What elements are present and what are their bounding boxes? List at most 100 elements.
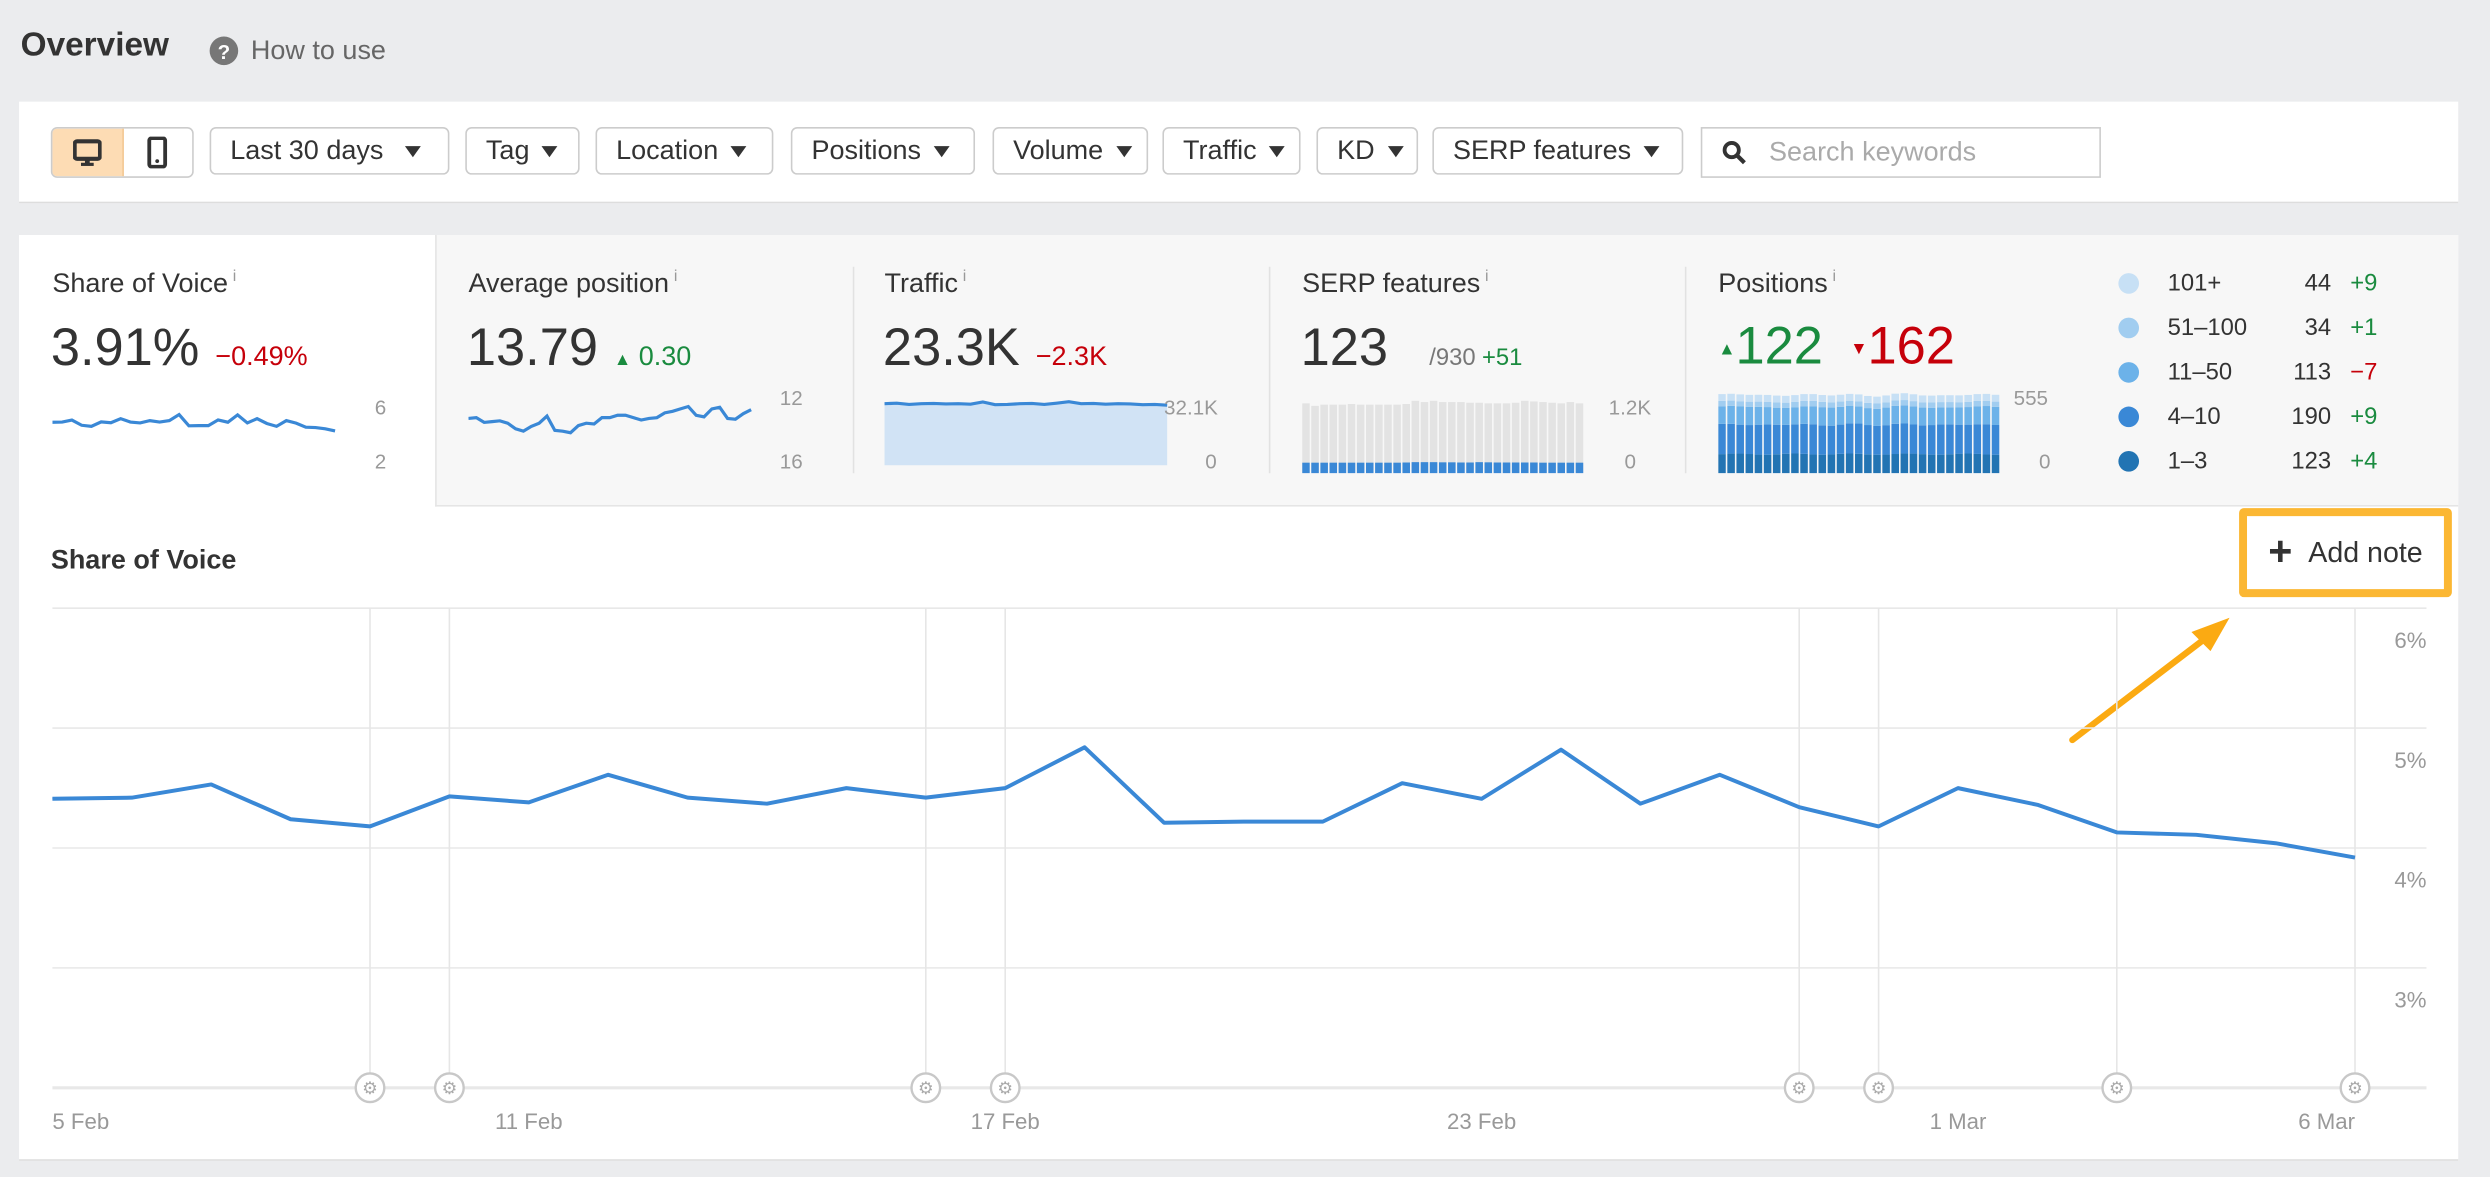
legend-delta: +9 <box>2350 270 2377 297</box>
filter-volume-dropdown[interactable]: Volume <box>993 127 1149 175</box>
note-marker[interactable]: ⚙ <box>1864 1073 1893 1102</box>
metric-delta: ▲ 0.30 <box>614 341 691 371</box>
sparkline-line <box>52 415 335 431</box>
bars-serp-features <box>1302 394 1585 473</box>
share-of-voice-chart: 6%5%4%3%⚙⚙⚙⚙⚙⚙⚙⚙5 Feb11 Feb17 Feb23 Feb1… <box>19 592 2458 1159</box>
legend-label: 4–10 <box>2168 403 2221 430</box>
metric-delta: −0.49% <box>215 341 307 371</box>
filter-traffic-dropdown[interactable]: Traffic <box>1162 127 1300 175</box>
legend-row[interactable]: 4–10190+9 <box>2118 403 2404 435</box>
axis-bottom-label: 16 <box>780 449 803 473</box>
metric-card-average-position[interactable]: Average positioni 13.79▲ 0.30 12 16 <box>437 235 853 507</box>
add-note-button[interactable]: + Add note <box>2239 508 2452 597</box>
gear-icon: ⚙ <box>442 1079 458 1099</box>
legend-row[interactable]: 51–10034+1 <box>2118 314 2404 346</box>
metric-card-serp-features[interactable]: SERP featuresi 123/930+51 1.2K 0 <box>1269 235 1685 507</box>
metric-title-text: SERP features <box>1302 268 1480 298</box>
legend-label: 1–3 <box>2168 448 2208 475</box>
positions-bar-segment <box>1983 455 1991 474</box>
y-tick-label: 4% <box>2394 868 2426 893</box>
info-icon[interactable]: i <box>674 269 678 286</box>
note-marker[interactable]: ⚙ <box>435 1073 464 1102</box>
serp-bar-owned <box>1521 463 1529 474</box>
filter-serp-features-dropdown[interactable]: SERP features <box>1432 127 1683 175</box>
metric-title-text: Traffic <box>885 268 959 298</box>
x-tick-label: 6 Mar <box>2298 1109 2355 1134</box>
positions-bar-segment <box>1727 394 1735 401</box>
positions-bar-segment <box>1819 395 1827 402</box>
positions-bar-segment <box>1992 407 2000 425</box>
legend-row[interactable]: 101+44+9 <box>2118 270 2404 302</box>
how-to-use-link[interactable]: ? How to use <box>210 35 386 67</box>
caret-down-icon <box>406 145 422 156</box>
filter-positions-dropdown[interactable]: Positions <box>791 127 975 175</box>
note-marker[interactable]: ⚙ <box>912 1073 941 1102</box>
positions-bar-segment <box>1910 394 1918 401</box>
note-marker[interactable]: ⚙ <box>356 1073 385 1102</box>
info-icon[interactable]: i <box>233 269 237 286</box>
caret-down-icon <box>934 145 950 156</box>
positions-bar-segment <box>1736 425 1744 454</box>
serp-bar-total <box>1521 401 1529 473</box>
keyword-search[interactable] <box>1701 127 2101 178</box>
positions-bar-segment <box>1800 394 1808 401</box>
mobile-button[interactable] <box>123 129 192 177</box>
sparkline-average-position <box>468 386 754 465</box>
legend-row[interactable]: 11–50113−7 <box>2118 359 2404 391</box>
info-icon[interactable]: i <box>963 269 967 286</box>
legend-dot-icon <box>2118 318 2139 339</box>
positions-bar-segment <box>1910 401 1918 406</box>
positions-bar-segment <box>1718 454 1726 473</box>
help-icon: ? <box>210 37 239 66</box>
filter-label: KD <box>1337 135 1375 167</box>
metric-card-share-of-voice[interactable]: Share of Voicei 3.91%−0.49% 6 2 <box>19 235 435 507</box>
desktop-icon <box>73 138 102 167</box>
desktop-button[interactable] <box>52 129 123 177</box>
note-marker[interactable]: ⚙ <box>1785 1073 1814 1102</box>
filter-last-30-days-dropdown[interactable]: Last 30 days <box>210 127 450 175</box>
note-marker[interactable]: ⚙ <box>991 1073 1020 1102</box>
positions-bar-segment <box>1919 395 1927 402</box>
serp-bar-owned <box>1330 463 1338 474</box>
positions-bar-segment <box>1864 396 1872 403</box>
serp-bar-owned <box>1576 463 1584 474</box>
note-marker[interactable]: ⚙ <box>2103 1073 2132 1102</box>
sparkline-line <box>885 402 1168 405</box>
filter-kd-dropdown[interactable]: KD <box>1316 127 1418 175</box>
positions-bar-segment <box>1974 394 1982 401</box>
positions-bar-segment <box>1791 402 1799 407</box>
positions-bar-segment <box>1809 424 1817 454</box>
positions-bar-segment <box>1955 395 1963 402</box>
legend-label: 11–50 <box>2168 359 2232 386</box>
info-icon[interactable]: i <box>1833 269 1837 286</box>
metric-title: Share of Voicei <box>52 268 236 300</box>
positions-bar-segment <box>1937 455 1945 474</box>
positions-bar-segment <box>1773 402 1781 407</box>
positions-bar-segment <box>1755 395 1763 402</box>
positions-bar-segment <box>1809 454 1817 473</box>
positions-bar-segment <box>1855 401 1863 406</box>
x-tick-label: 11 Feb <box>495 1109 563 1134</box>
positions-bar-segment <box>1974 424 1982 454</box>
caret-down-icon <box>1269 145 1285 156</box>
note-marker[interactable]: ⚙ <box>2341 1073 2370 1102</box>
serp-bar-owned <box>1375 463 1383 474</box>
info-icon[interactable]: i <box>1485 269 1489 286</box>
filter-tag-dropdown[interactable]: Tag <box>465 127 579 175</box>
positions-bar-segment <box>1882 455 1890 474</box>
search-keywords-input[interactable] <box>1766 135 2090 170</box>
filter-location-dropdown[interactable]: Location <box>596 127 774 175</box>
metric-card-traffic[interactable]: Traffici 23.3K−2.3K 32.1K 0 <box>853 235 1269 507</box>
sparkline-line <box>468 407 751 433</box>
positions-bar-segment <box>1846 423 1854 453</box>
legend-row[interactable]: 1–3123+4 <box>2118 448 2404 480</box>
axis-top-label: 1.2K <box>1609 395 1651 419</box>
gear-icon: ⚙ <box>2109 1079 2125 1099</box>
positions-bar-segment <box>1800 424 1808 454</box>
positions-bar-segment <box>1910 424 1918 453</box>
positions-bar-segment <box>1746 407 1754 425</box>
gear-icon: ⚙ <box>918 1079 934 1099</box>
positions-bar-segment <box>1791 453 1799 473</box>
metric-total: /930 <box>1429 345 1475 372</box>
positions-bar-segment <box>1901 424 1909 454</box>
